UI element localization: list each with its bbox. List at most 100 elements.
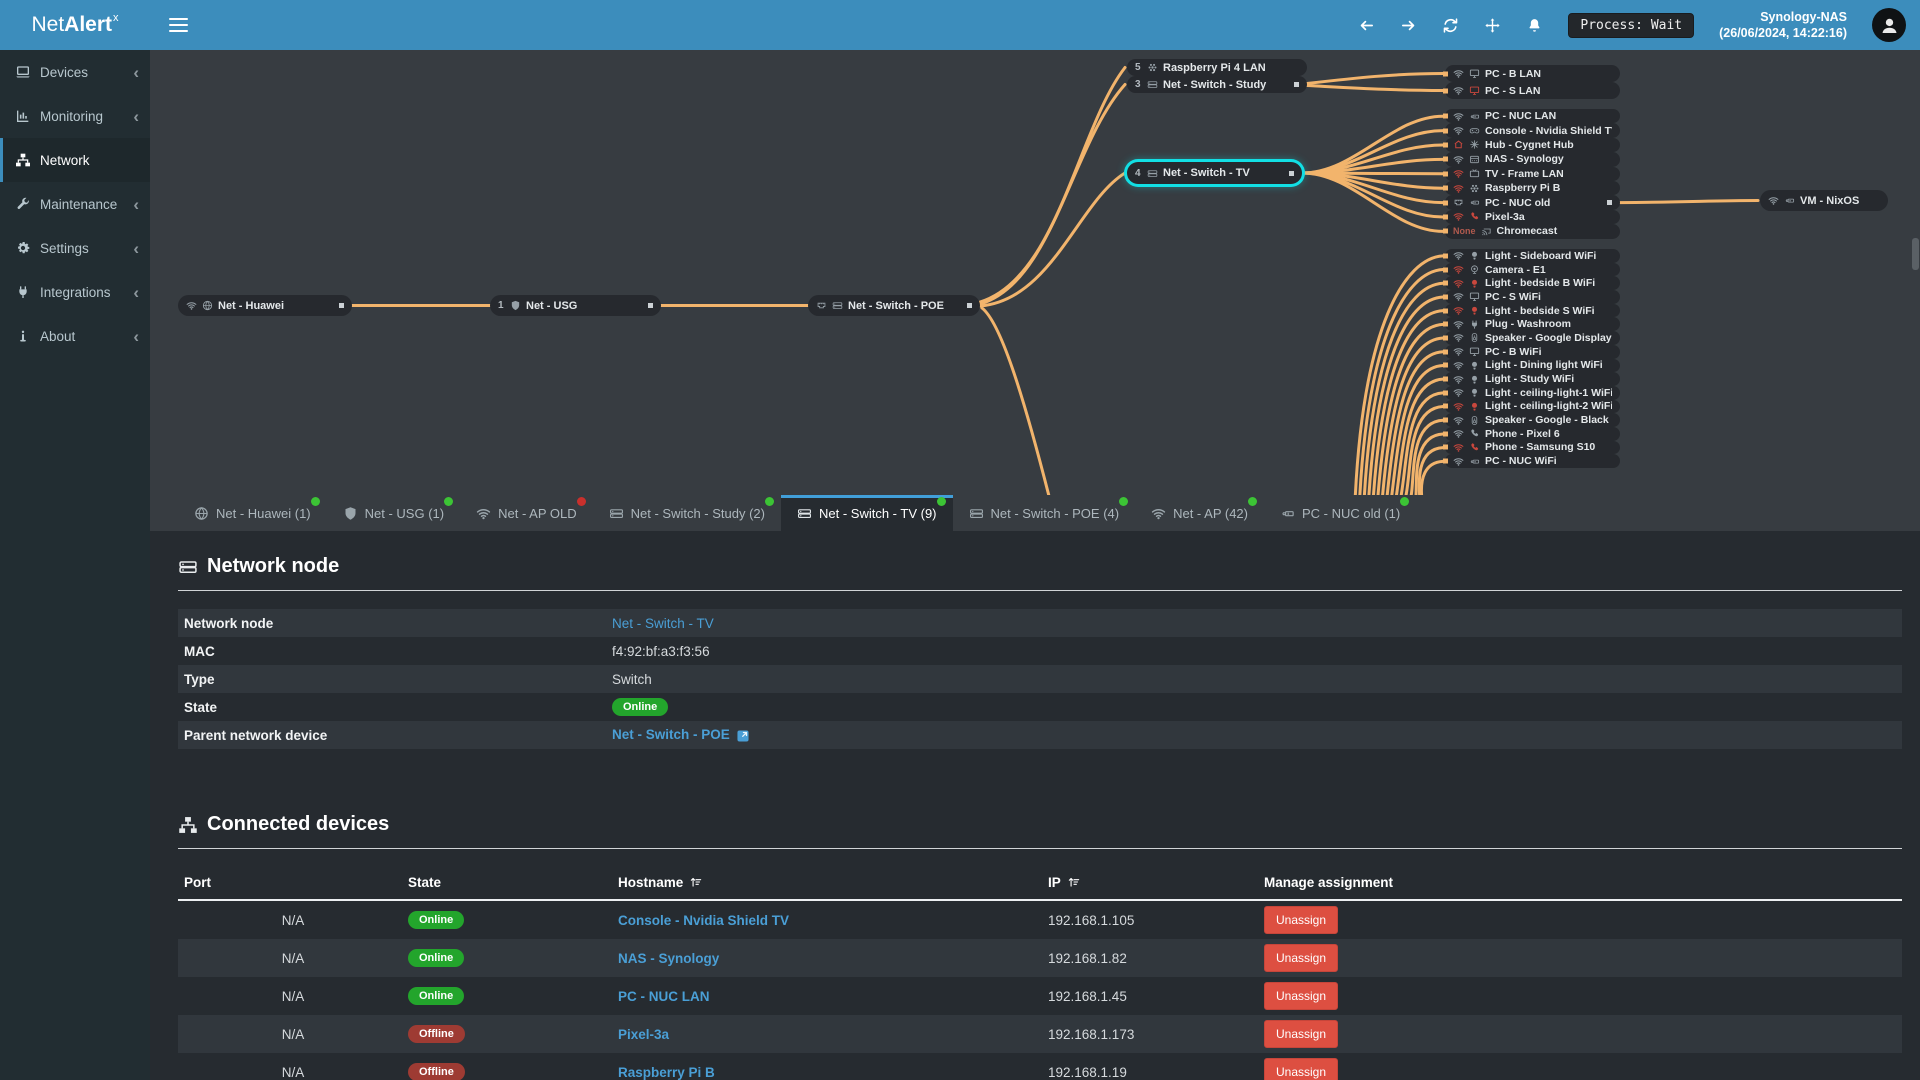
sidebar-item-devices[interactable]: Devices ‹ — [0, 50, 150, 94]
console-icon — [1469, 125, 1480, 136]
sidebar-item-label: Devices — [40, 64, 89, 80]
column-header-label: Manage assignment — [1264, 874, 1394, 890]
tab-net-switch-poe-4[interactable]: Net - Switch - POE (4) — [953, 495, 1136, 531]
column-header-ip: IP — [1042, 875, 1258, 890]
manage-cell: Unassign — [1258, 1020, 1902, 1048]
unassign-button[interactable]: Unassign — [1264, 944, 1339, 972]
node-speaker-google-display[interactable]: Speaker - Google Display — [1445, 331, 1620, 345]
node-pc-b-wifi[interactable]: PC - B WiFi — [1445, 344, 1620, 359]
node-pc-s-wifi[interactable]: PC - S WiFi — [1445, 290, 1620, 304]
node-label: Net - USG — [526, 299, 578, 312]
table-row: N/A Offline Raspberry Pi B 192.168.1.19 Unas… — [178, 1053, 1902, 1080]
node-pc-nuc-lan[interactable]: PC - NUC LAN — [1445, 109, 1620, 124]
sidebar-item-network[interactable]: Network — [0, 138, 150, 182]
node-plug-washroom[interactable]: Plug - Washroom — [1445, 317, 1620, 332]
speaker-icon — [1469, 415, 1480, 426]
phone-icon — [1469, 428, 1480, 439]
diagram-scrollbar[interactable] — [1912, 238, 1919, 270]
wifi-icon — [1453, 387, 1464, 398]
detail-label: Network node — [184, 615, 274, 631]
unassign-button[interactable]: Unassign — [1264, 982, 1339, 1010]
unassign-button[interactable]: Unassign — [1264, 906, 1339, 934]
refresh-icon[interactable] — [1442, 17, 1459, 34]
plug-icon — [1469, 319, 1480, 330]
node-group-study: 5 Raspberry Pi 4 LAN 3 Net - Switch - Study — [1127, 59, 1307, 93]
node-console-nvidia-shield-tv[interactable]: Console - Nvidia Shield TV — [1445, 123, 1620, 138]
node-label: Light - Dining light WiFi — [1485, 359, 1603, 372]
hostname-cell: Pixel-3a — [612, 1027, 1042, 1042]
wifi-icon — [1453, 428, 1464, 439]
tab-pc-nuc-old-1[interactable]: PC - NUC old (1) — [1264, 495, 1416, 531]
forward-icon[interactable] — [1400, 17, 1417, 34]
status-dot-green — [1400, 497, 1410, 506]
process-status-badge[interactable]: Process: Wait — [1568, 12, 1695, 38]
app-logo[interactable]: Net Alert x — [0, 0, 150, 50]
node-net-switch-poe[interactable]: Net - Switch - POE — [808, 295, 980, 316]
divider — [178, 848, 1902, 849]
sidebar-item-settings[interactable]: Settings ‹ — [0, 226, 150, 270]
node-net-usg[interactable]: 1 Net - USG — [490, 295, 661, 316]
unassign-button[interactable]: Unassign — [1264, 1020, 1339, 1048]
column-header-label[interactable]: Hostname — [618, 875, 683, 890]
node-phone-samsung-s10[interactable]: Phone - Samsung S10 — [1445, 440, 1620, 455]
node-speaker-google-black[interactable]: Speaker - Google - Black — [1445, 413, 1620, 427]
sitemap-icon — [15, 152, 31, 168]
node-light-sideboard-wifi[interactable]: Light - Sideboard WiFi — [1445, 249, 1620, 263]
topbar: Net Alert x Process: Wait Synology-NAS (26… — [0, 0, 1920, 50]
node-light-dining-light-wifi[interactable]: Light - Dining light WiFi — [1445, 358, 1620, 373]
unassign-button[interactable]: Unassign — [1264, 1058, 1339, 1080]
node-tv-frame-lan[interactable]: TV - Frame LAN — [1445, 166, 1620, 181]
tab-net-usg-1[interactable]: Net - USG (1) — [327, 495, 460, 531]
node-pc-b-lan[interactable]: PC - B LAN — [1445, 65, 1620, 82]
tab-net-huawei-1[interactable]: Net - Huawei (1) — [178, 495, 327, 531]
node-hub-cygnet-hub[interactable]: Hub - Cygnet Hub — [1445, 137, 1620, 153]
node-chromecast[interactable]: None Chromecast — [1445, 224, 1620, 239]
network-node-link[interactable]: Net - Switch - TV — [612, 616, 714, 631]
parent-device-link[interactable]: Net - Switch - POE — [612, 727, 750, 742]
hub-icon — [1469, 139, 1480, 150]
sidebar-item-maintenance[interactable]: Maintenance ‹ — [0, 182, 150, 226]
node-light-bedside-b-wifi[interactable]: Light - bedside B WiFi — [1445, 276, 1620, 291]
network-node-tabs: Net - Huawei (1) Net - USG (1) Net - AP OL… — [150, 495, 1920, 531]
hostname-link[interactable]: Console - Nvidia Shield TV — [618, 913, 789, 928]
hostname-link[interactable]: Raspberry Pi B — [618, 1065, 715, 1080]
node-raspberry-pi-b[interactable]: Raspberry Pi B — [1445, 180, 1620, 196]
hostname-link[interactable]: PC - NUC LAN — [618, 989, 710, 1004]
node-raspberry-pi-4-lan[interactable]: 5 Raspberry Pi 4 LAN — [1127, 59, 1307, 76]
hostname-link[interactable]: Pixel-3a — [618, 1027, 669, 1042]
node-light-ceiling-light-2-wifi[interactable]: Light - ceiling-light-2 WiFi — [1445, 399, 1620, 414]
node-light-study-wifi[interactable]: Light - Study WiFi — [1445, 372, 1620, 386]
node-pc-nuc-wifi[interactable]: PC - NUC WiFi — [1445, 454, 1620, 468]
node-pixel-3a[interactable]: Pixel-3a — [1445, 209, 1620, 225]
back-icon[interactable] — [1358, 17, 1375, 34]
tab-net-switch-study-2[interactable]: Net - Switch - Study (2) — [593, 495, 781, 531]
tab-label: Net - Switch - POE (4) — [990, 505, 1120, 521]
sidebar-item-monitoring[interactable]: Monitoring ‹ — [0, 94, 150, 138]
sidebar-item-integrations[interactable]: Integrations ‹ — [0, 270, 150, 314]
node-net-switch-study[interactable]: 3 Net - Switch - Study — [1127, 76, 1307, 93]
node-net-huawei[interactable]: Net - Huawei — [178, 295, 352, 316]
node-phone-pixel-6[interactable]: Phone - Pixel 6 — [1445, 426, 1620, 441]
port-number: 4 — [1135, 167, 1141, 179]
node-net-switch-tv[interactable]: 4 Net - Switch - TV — [1127, 162, 1302, 184]
node-light-ceiling-light-1-wifi[interactable]: Light - ceiling-light-1 WiFi — [1445, 385, 1620, 400]
pan-move-icon[interactable] — [1484, 17, 1501, 34]
node-label: PC - S LAN — [1485, 84, 1541, 97]
node-nas-synology[interactable]: NAS - Synology — [1445, 152, 1620, 167]
tab-net-switch-tv-9[interactable]: Net - Switch - TV (9) — [781, 495, 953, 531]
tab-net-ap-old[interactable]: Net - AP OLD — [460, 495, 593, 531]
hostname-link[interactable]: NAS - Synology — [618, 951, 719, 966]
avatar[interactable] — [1872, 8, 1906, 42]
node-pc-nuc-old[interactable]: PC - NUC old — [1445, 195, 1620, 210]
sidebar-toggle-icon[interactable] — [169, 14, 188, 36]
node-camera-e1[interactable]: Camera - E1 — [1445, 262, 1620, 277]
sidebar-item-about[interactable]: About ‹ — [0, 314, 150, 358]
node-pc-s-lan[interactable]: PC - S LAN — [1445, 82, 1620, 99]
node-vm-nixos[interactable]: VM - NixOS — [1760, 190, 1888, 211]
column-header-label[interactable]: IP — [1048, 875, 1061, 890]
node-light-bedside-s-wifi[interactable]: Light - bedside S WiFi — [1445, 303, 1620, 318]
tab-net-ap-42[interactable]: Net - AP (42) — [1135, 495, 1264, 531]
notifications-bell-icon[interactable] — [1526, 17, 1543, 34]
network-topology-diagram[interactable]: Net - Huawei 1 Net - USG Net - Switch - POE… — [150, 50, 1920, 495]
wifi-icon — [1453, 442, 1464, 453]
